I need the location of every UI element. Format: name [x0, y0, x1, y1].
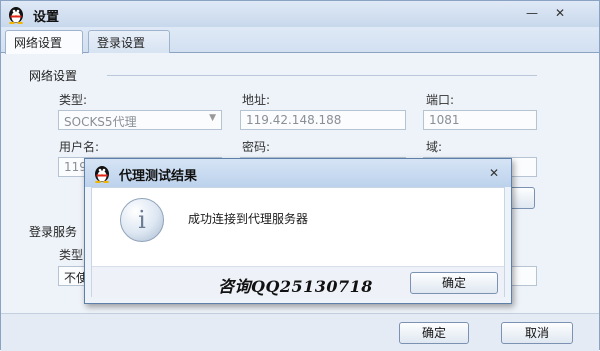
port-label: 端口: — [426, 93, 455, 107]
chevron-down-icon: ▼ — [209, 113, 216, 123]
ok-button[interactable]: 确定 — [399, 322, 469, 344]
qq-penguin-icon — [95, 166, 109, 183]
address-input[interactable]: 119.42.148.188 — [240, 110, 406, 130]
port-input[interactable]: 1081 — [423, 110, 537, 130]
proxy-type-label: 类型: — [59, 93, 88, 107]
login-server-group-label: 登录服务 — [29, 225, 78, 239]
cancel-button[interactable]: 取消 — [501, 322, 573, 344]
dialog-body: i 成功连接到代理服务器 咨询QQ25130718 确定 — [91, 187, 505, 298]
dialog-message: 成功连接到代理服务器 — [188, 212, 309, 226]
domain-label: 域: — [426, 140, 443, 154]
tab-network-settings[interactable]: 网络设置 — [5, 30, 83, 54]
title-bar: 设置 — ✕ — [1, 1, 599, 27]
proxy-type-select[interactable]: SOCKS5代理 ▼ — [58, 110, 222, 130]
tab-bar: 网络设置 登录设置 — [1, 27, 599, 54]
proxy-test-dialog: 代理测试结果 ✕ i 成功连接到代理服务器 咨询QQ25130718 确定 — [84, 158, 512, 304]
minimize-button[interactable]: — — [521, 4, 543, 22]
dialog-title-bar: 代理测试结果 ✕ — [85, 159, 511, 187]
close-button[interactable]: ✕ — [549, 4, 571, 22]
dialog-button-strip: 咨询QQ25130718 确定 — [92, 266, 504, 298]
network-group-label: 网络设置 — [29, 69, 78, 83]
tab-login-settings[interactable]: 登录设置 — [88, 30, 170, 53]
login-server-type-label: 类型 — [59, 248, 84, 262]
dialog-close-button[interactable]: ✕ — [483, 164, 505, 182]
address-label: 地址: — [242, 93, 271, 107]
dialog-title: 代理测试结果 — [119, 169, 198, 184]
footer-bar: 确定 取消 — [1, 313, 599, 351]
qq-penguin-icon — [9, 7, 23, 24]
window-title: 设置 — [33, 10, 60, 25]
group-divider — [107, 75, 537, 76]
dialog-ok-button[interactable]: 确定 — [410, 272, 498, 294]
info-icon: i — [120, 198, 164, 242]
username-label: 用户名: — [59, 140, 100, 154]
proxy-type-value: SOCKS5代理 — [64, 115, 137, 129]
contact-watermark: 咨询QQ25130718 — [218, 277, 373, 296]
password-label: 密码: — [242, 140, 271, 154]
